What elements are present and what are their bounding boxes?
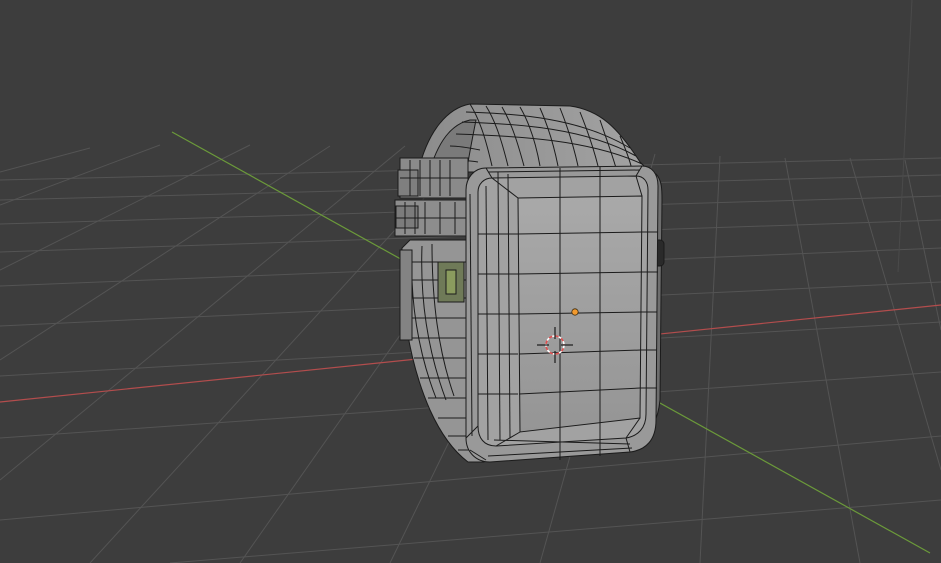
object-origin-dot[interactable]	[571, 308, 579, 316]
watch-mesh[interactable]	[394, 103, 665, 463]
viewport-canvas[interactable]	[0, 0, 941, 563]
3d-viewport[interactable]	[0, 0, 941, 563]
vertical-guide-line	[897, 0, 913, 273]
